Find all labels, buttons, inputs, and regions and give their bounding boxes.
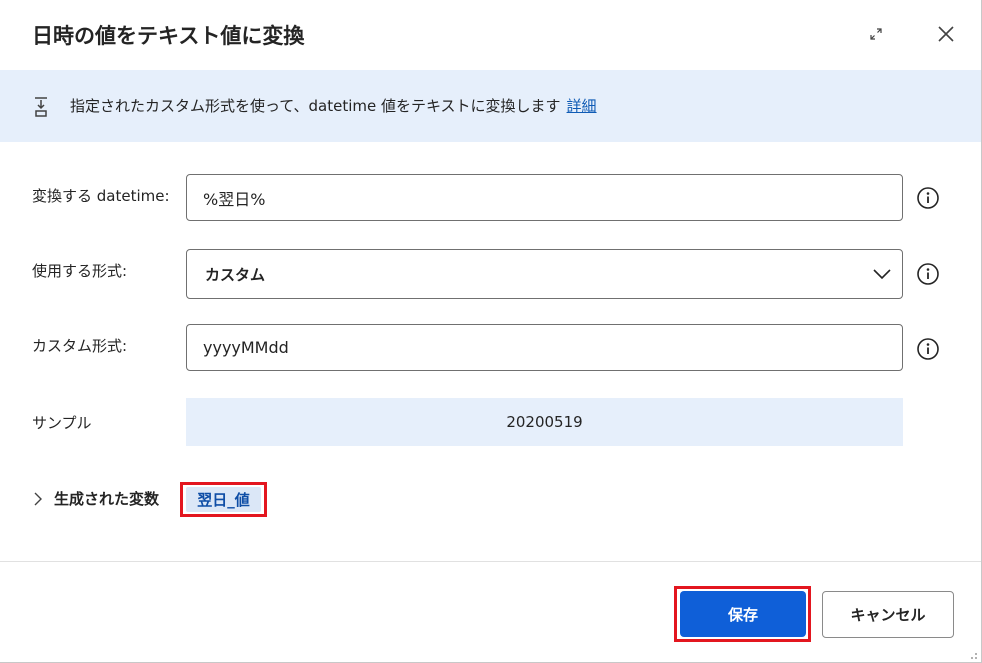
cancel-button[interactable]: キャンセル	[822, 591, 954, 638]
convert-action-icon	[35, 97, 47, 117]
learn-more-link[interactable]: 詳細	[567, 97, 597, 115]
sample-output: 20200519	[186, 398, 903, 446]
custom-format-label: カスタム形式:	[32, 337, 128, 355]
format-select[interactable]: カスタム	[186, 249, 903, 299]
save-button[interactable]: 保存	[680, 591, 806, 637]
expand-button[interactable]	[860, 18, 892, 50]
format-label: 使用する形式:	[32, 262, 128, 280]
dialog-title: 日時の値をテキスト値に変換	[32, 24, 305, 48]
format-info-icon[interactable]	[916, 262, 940, 286]
custom-format-input[interactable]: yyyyMMdd	[186, 324, 903, 371]
info-banner: 指定されたカスタム形式を使って、datetime 値をテキストに変換します 詳細	[0, 70, 981, 142]
variable-chip[interactable]: 翌日_値	[186, 487, 261, 512]
custom-format-info-icon[interactable]	[916, 337, 940, 361]
chevron-right-icon[interactable]	[30, 490, 46, 508]
format-select-value: カスタム	[205, 265, 266, 284]
datetime-input[interactable]: %翌日%	[186, 174, 903, 221]
datetime-input-value: %翌日%	[203, 189, 266, 209]
convert-datetime-dialog: 日時の値をテキスト値に変換 指定されたカスタム形式を使って、datetime 値…	[0, 0, 982, 663]
footer-divider	[0, 561, 981, 562]
datetime-info-icon[interactable]	[916, 186, 940, 210]
custom-format-value: yyyyMMdd	[203, 338, 289, 357]
banner-description: 指定されたカスタム形式を使って、datetime 値をテキストに変換します 詳細	[70, 95, 597, 116]
sample-label: サンプル	[32, 414, 92, 432]
resize-grip-icon[interactable]	[966, 648, 978, 660]
close-icon	[938, 26, 954, 42]
generated-variables-toggle[interactable]: 生成された変数	[54, 488, 159, 509]
datetime-label: 変換する datetime:	[32, 187, 170, 205]
dialog-header: 日時の値をテキスト値に変換	[0, 0, 981, 70]
expand-icon	[870, 28, 882, 40]
close-button[interactable]	[930, 18, 962, 50]
banner-text: 指定されたカスタム形式を使って、datetime 値をテキストに変換します	[70, 97, 561, 115]
chevron-down-icon	[873, 269, 891, 280]
